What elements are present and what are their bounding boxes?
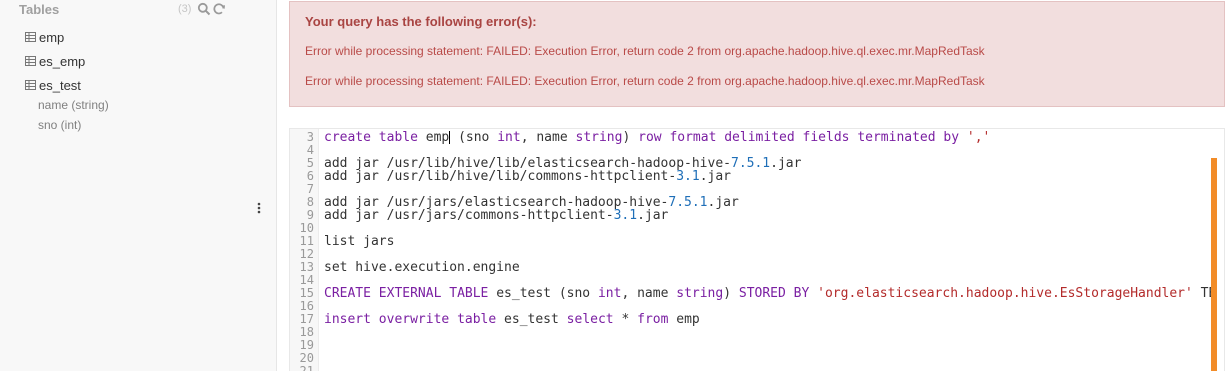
query-editor[interactable]: 3 4 5 6 7 8 9 10 11 12 13 14 15 16 17 18… — [289, 128, 1225, 371]
table-icon — [25, 56, 36, 66]
error-title: Your query has the following error(s): — [305, 14, 537, 29]
text-cursor — [449, 131, 451, 144]
table-item-emp[interactable]: emp — [25, 28, 64, 46]
table-name: es_emp — [39, 53, 86, 69]
table-count: (3) — [178, 3, 192, 15]
sidebar-title: Tables — [19, 2, 60, 17]
code-line[interactable]: create table emp (sno int, name string) … — [324, 131, 990, 144]
code-line[interactable]: list jars — [324, 235, 394, 248]
code-line[interactable]: insert overwrite table es_test select * … — [324, 313, 700, 326]
line-number-gutter: 3 4 5 6 7 8 9 10 11 12 13 14 15 16 17 18… — [290, 129, 319, 371]
scrollbar-indicator[interactable] — [1211, 158, 1217, 371]
table-icon — [25, 32, 36, 42]
search-icon[interactable] — [197, 2, 211, 16]
code-line[interactable]: add jar /usr/lib/hive/lib/commons-httpcl… — [324, 170, 731, 183]
error-panel: Your query has the following error(s): E… — [289, 1, 1225, 107]
refresh-icon[interactable] — [212, 2, 226, 16]
error-message: Error while processing statement: FAILED… — [305, 44, 985, 58]
more-options-icon[interactable] — [256, 202, 262, 214]
table-name: es_test — [39, 77, 81, 93]
sidebar: Tables (3) emp es_emp es_test name (stri… — [0, 0, 277, 371]
code-line[interactable]: set hive.execution.engine — [324, 261, 520, 274]
error-message: Error while processing statement: FAILED… — [305, 74, 985, 88]
table-name: emp — [39, 29, 65, 45]
table-item-es-emp[interactable]: es_emp — [25, 52, 85, 70]
column-item-name[interactable]: name (string) — [38, 98, 109, 112]
code-line[interactable]: add jar /usr/jars/commons-httpclient-3.1… — [324, 209, 668, 222]
code-line[interactable]: CREATE EXTERNAL TABLE es_test (sno int, … — [324, 287, 1216, 300]
table-item-es-test[interactable]: es_test — [25, 76, 81, 94]
line-number: 21 — [299, 364, 314, 371]
table-icon — [25, 80, 36, 90]
column-item-sno[interactable]: sno (int) — [38, 118, 81, 132]
